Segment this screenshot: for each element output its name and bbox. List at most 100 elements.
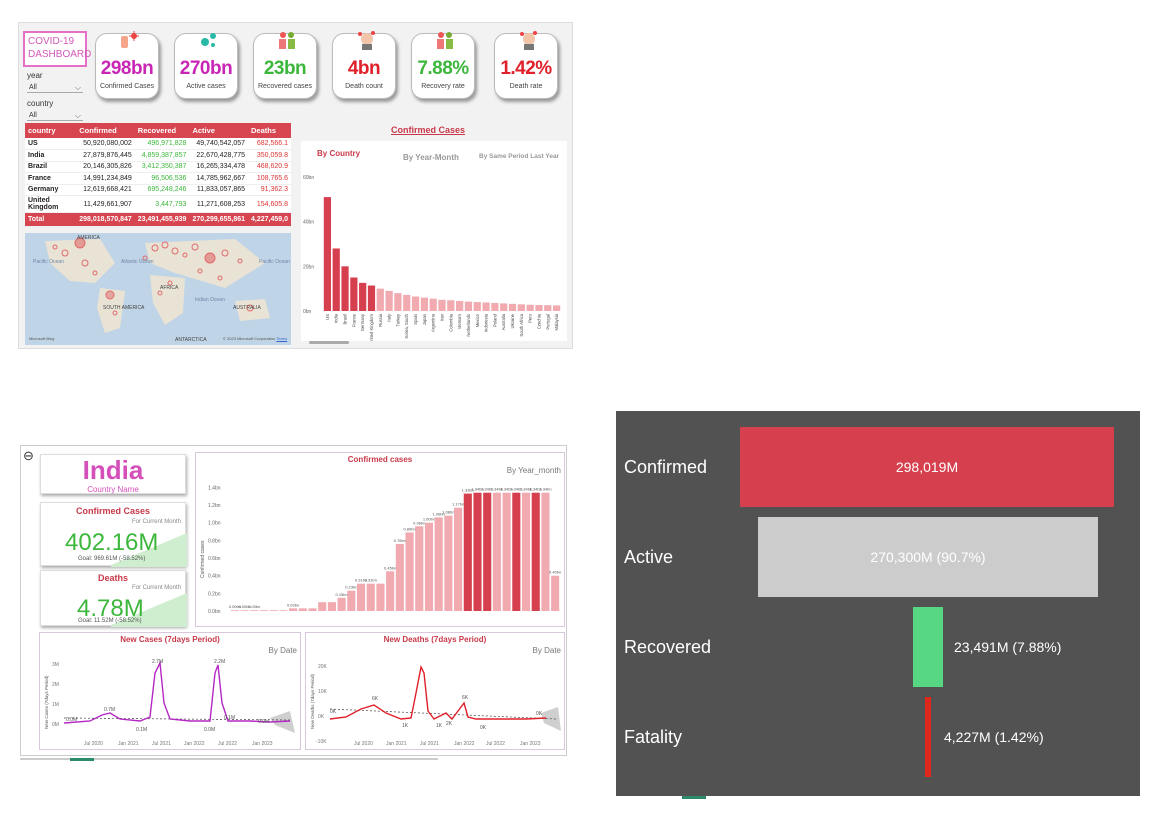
- bar[interactable]: [411, 296, 420, 311]
- kpi-value: 270bn: [179, 58, 233, 79]
- bar[interactable]: [491, 302, 499, 311]
- tab-by-country[interactable]: By Country: [317, 149, 360, 158]
- bar[interactable]: [551, 575, 560, 611]
- bar[interactable]: [544, 305, 552, 311]
- x-tick: Jul 2022: [218, 741, 237, 747]
- bar[interactable]: [386, 571, 395, 611]
- column-header[interactable]: Recovered: [134, 123, 190, 138]
- bar[interactable]: [420, 297, 428, 311]
- x-tick: Jan 2021: [118, 741, 139, 747]
- bar[interactable]: [521, 492, 531, 611]
- bar[interactable]: [473, 302, 481, 311]
- bar[interactable]: [356, 583, 366, 611]
- bar[interactable]: [531, 492, 540, 611]
- back-arrow-icon[interactable]: ⊖: [23, 448, 34, 464]
- bar[interactable]: [405, 532, 414, 611]
- bar[interactable]: [394, 293, 402, 311]
- funnel-bar-active[interactable]: 270,300M (90.7%): [758, 517, 1098, 597]
- bar[interactable]: [250, 610, 259, 611]
- world-map[interactable]: AMERICA Pacific Ocean Atlantic Ocean AFR…: [25, 233, 291, 345]
- bar[interactable]: [337, 597, 346, 611]
- bar[interactable]: [318, 602, 327, 611]
- table-row[interactable]: India 27,879,876,445 4,859,387,857 22,670,4…: [25, 149, 291, 162]
- bar[interactable]: [482, 302, 490, 311]
- y-tick: 1.0bn: [208, 521, 221, 527]
- bar[interactable]: [483, 492, 492, 611]
- bar[interactable]: [298, 608, 307, 611]
- bar[interactable]: [259, 610, 269, 611]
- bar[interactable]: [308, 608, 317, 611]
- x-tick: Italy: [387, 313, 392, 322]
- funnel-bar-fatality[interactable]: [925, 697, 931, 777]
- bar[interactable]: [327, 602, 336, 611]
- x-tick: India: [334, 313, 339, 323]
- data-label: 0K: [536, 711, 543, 717]
- table-row[interactable]: Germany 12,619,668,421 695,248,246 11,833,0…: [25, 184, 291, 196]
- bar[interactable]: [535, 304, 543, 311]
- bar[interactable]: [279, 610, 288, 611]
- tab-by-year-month[interactable]: By Year-Month: [403, 153, 459, 162]
- bar[interactable]: [526, 304, 534, 311]
- bar[interactable]: [508, 303, 517, 311]
- bar[interactable]: [424, 522, 434, 611]
- bar[interactable]: [444, 515, 453, 611]
- bar[interactable]: [395, 543, 404, 611]
- bar[interactable]: [456, 300, 464, 311]
- bar[interactable]: [429, 298, 437, 311]
- year-slicer[interactable]: All ⌵: [27, 82, 83, 93]
- bar[interactable]: [447, 300, 455, 311]
- bar[interactable]: [385, 290, 393, 311]
- bar[interactable]: [350, 277, 358, 312]
- country-slicer[interactable]: All ⌵: [27, 110, 83, 121]
- bar[interactable]: [323, 197, 332, 311]
- bar[interactable]: [269, 610, 278, 611]
- map-canvas: [45, 237, 270, 333]
- bar[interactable]: [517, 304, 525, 311]
- table-row[interactable]: United Kingdom 11,429,661,907 3,447,793 11,…: [25, 195, 291, 213]
- bar[interactable]: [230, 610, 239, 611]
- x-tick: Netherlands: [466, 314, 471, 337]
- bar[interactable]: [403, 294, 411, 311]
- bar[interactable]: [415, 526, 424, 611]
- bar[interactable]: [289, 608, 298, 611]
- bar[interactable]: [541, 492, 550, 611]
- bar[interactable]: [347, 590, 356, 611]
- bar[interactable]: [367, 285, 376, 311]
- bar[interactable]: [359, 282, 367, 311]
- funnel-bar-confirmed[interactable]: 298,019M: [740, 427, 1114, 507]
- terms-link[interactable]: Terms: [276, 336, 287, 341]
- bar[interactable]: [454, 507, 463, 611]
- bar[interactable]: [492, 492, 501, 611]
- bar[interactable]: [502, 492, 511, 611]
- bar[interactable]: [463, 493, 472, 611]
- page-tab-indicator[interactable]: [70, 758, 94, 761]
- table-row[interactable]: Brazil 20,146,305,826 3,412,350,387 16,265,…: [25, 161, 291, 173]
- kpi-recovered: 23bn Recovered cases: [253, 32, 317, 99]
- bar[interactable]: [240, 610, 249, 611]
- funnel-bar-recovered[interactable]: [913, 607, 943, 687]
- table-row[interactable]: US 50,920,080,002 496,971,828 49,740,542,05…: [25, 138, 291, 150]
- bar[interactable]: [341, 266, 349, 311]
- bar[interactable]: [434, 517, 443, 611]
- bar[interactable]: [376, 583, 385, 611]
- bar[interactable]: [438, 299, 446, 311]
- column-header[interactable]: country: [25, 123, 77, 138]
- bar[interactable]: [464, 301, 473, 311]
- bar[interactable]: [552, 305, 561, 311]
- page-tab-indicator[interactable]: [682, 796, 706, 799]
- bar[interactable]: [332, 248, 340, 311]
- bar[interactable]: [376, 288, 384, 311]
- bar[interactable]: [500, 303, 508, 311]
- bar[interactable]: [512, 492, 521, 611]
- x-tick: Jan 2022: [184, 741, 205, 747]
- tab-same-period[interactable]: By Same Period Last Year: [479, 153, 559, 160]
- horizontal-scrollbar[interactable]: [309, 341, 349, 344]
- bar[interactable]: [473, 492, 482, 611]
- map-label: Atlantic Ocean: [121, 259, 154, 265]
- bar[interactable]: [366, 583, 375, 611]
- column-header[interactable]: Active: [189, 123, 249, 138]
- year-slicer-value: All: [29, 84, 37, 91]
- table-row[interactable]: France 14,991,234,849 96,506,536 14,785,962…: [25, 172, 291, 185]
- column-header[interactable]: Confirmed: [76, 123, 135, 138]
- column-header[interactable]: Deaths: [248, 123, 291, 138]
